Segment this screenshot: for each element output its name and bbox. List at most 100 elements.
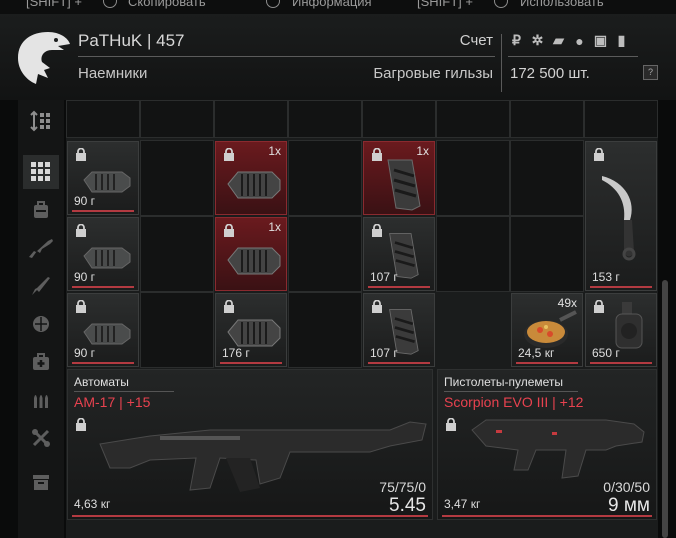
muzzle-brake-icon [227,171,281,199]
item-condition-bar [220,362,282,364]
weapon-card-smg[interactable]: Пистолеты-пулеметы Scorpion EVO III | +1… [437,369,657,520]
weapon-caliber: 5.45 [389,495,426,516]
item-weight: 153 г [592,270,620,284]
inventory-item-grip[interactable]: 107 г [363,293,435,367]
inventory-item-grip[interactable]: 107 г [363,217,435,291]
ruble-icon[interactable]: ₽ [508,32,525,49]
weapon-card-assault-rifle[interactable]: Автоматы АМ-17 | +15 4,63 кг 75/75/0 5.4… [67,369,433,520]
empty-slot[interactable] [214,100,288,138]
medical-tab[interactable] [23,345,59,379]
ammo-tab[interactable] [23,383,59,417]
empty-slot[interactable] [288,140,362,216]
inventory-item-knife[interactable]: 153 г [585,141,657,291]
hint-bar: [SHIFT] + Скопировать Информация [SHIFT]… [0,0,676,14]
foregrip-icon [387,159,421,211]
help-button[interactable]: ? [643,65,658,80]
empty-slot[interactable] [362,100,436,138]
empty-slot[interactable] [66,100,140,138]
empty-slot[interactable] [436,216,510,292]
inventory-scrollbar[interactable] [662,280,668,538]
storage-tab[interactable] [23,465,59,499]
weapon-category-underline [444,391,578,392]
empty-slot[interactable] [140,216,214,292]
box-icon [33,475,49,490]
item-condition-bar [590,362,652,364]
item-condition-bar [368,362,430,364]
tools-icon [32,429,50,447]
inventory-item-muzzle[interactable]: 1x [215,217,287,291]
inventory-item-muzzle[interactable]: 176 г [215,293,287,367]
muzzle-brake-icon [83,247,131,269]
card-icon[interactable]: ▮ [613,32,630,49]
muzzle-brake-icon [83,323,131,345]
inventory-item-magazine[interactable]: 650 г [585,293,657,367]
empty-slot[interactable] [510,216,584,292]
item-condition-bar [368,286,430,288]
info-label: Информация [292,0,372,9]
empty-slot[interactable] [584,100,658,138]
lock-icon [76,418,86,431]
empty-slot[interactable] [288,216,362,292]
item-condition-bar [516,362,578,364]
lock-icon [446,418,456,431]
empty-slot[interactable] [510,100,584,138]
eagle-emblem-icon [18,32,70,84]
inventory-grid: 90 г 1x 1x 153 г 90 г 1x 107 г 90 г 176 … [66,100,658,538]
copy-radio[interactable] [103,0,117,8]
use-radio[interactable] [494,0,508,8]
coin-icon[interactable]: ● [571,32,588,49]
lock-icon [224,224,234,237]
shift-hint-right: [SHIFT] + [417,0,473,9]
backpack-tab[interactable] [23,193,59,227]
melee-tab[interactable] [23,269,59,303]
currency-tabs: ₽ ✲ ▰ ● ▣ ▮ [508,32,630,49]
item-weight: 90 г [74,270,96,284]
weapon-category: Пистолеты-пулеметы [444,375,564,389]
weapon-category: Автоматы [74,375,129,389]
empty-slot[interactable] [510,140,584,216]
weapon-weight: 3,47 кг [444,497,481,511]
item-weight: 650 г [592,346,620,360]
item-weight: 24,5 кг [518,346,555,360]
item-weight: 90 г [74,194,96,208]
rifle-icon [29,239,53,258]
lock-icon [594,148,604,161]
item-condition-bar [72,210,134,212]
weapon-ammo: 75/75/0 [379,479,426,495]
header-divider [78,56,495,57]
muzzle-brake-icon [227,247,281,275]
empty-slot[interactable] [288,292,362,368]
info-radio[interactable] [266,0,280,8]
grenades-tab[interactable] [23,307,59,341]
inventory-item-muzzle[interactable]: 90 г [67,141,139,215]
weapons-tab[interactable] [23,231,59,265]
currency-divider [508,56,638,57]
inventory-item-food[interactable]: 49x 24,5 кг [511,293,583,367]
empty-slot[interactable] [140,100,214,138]
inventory-item-grip[interactable]: 1x [363,141,435,215]
sort-icon [30,110,50,132]
muzzle-brake-icon [83,171,131,193]
empty-slot[interactable] [436,100,510,138]
player-name-level[interactable]: PaTHuK | 457 [78,31,184,51]
weapon-ammo: 0/30/50 [603,479,650,495]
item-count: 1x [268,220,281,234]
empty-slot[interactable] [288,100,362,138]
item-count: 49x [557,296,577,310]
inventory-item-muzzle[interactable]: 1x [215,141,287,215]
empty-slot[interactable] [436,140,510,216]
all-items-tab[interactable] [23,155,59,189]
item-condition-bar [72,286,134,288]
stamp-icon[interactable]: ▣ [592,32,609,49]
gear-icon[interactable]: ✲ [529,32,546,49]
tools-tab[interactable] [23,421,59,455]
empty-slot[interactable] [140,140,214,216]
account-title: Счет [459,32,493,49]
shift-hint-left: [SHIFT] + [26,0,82,9]
inventory-item-muzzle[interactable]: 90 г [67,217,139,291]
inventory-item-muzzle[interactable]: 90 г [67,293,139,367]
sort-button[interactable] [23,104,59,138]
cartridge-icon[interactable]: ▰ [550,32,567,49]
empty-slot[interactable] [140,292,214,368]
item-weight: 90 г [74,346,96,360]
